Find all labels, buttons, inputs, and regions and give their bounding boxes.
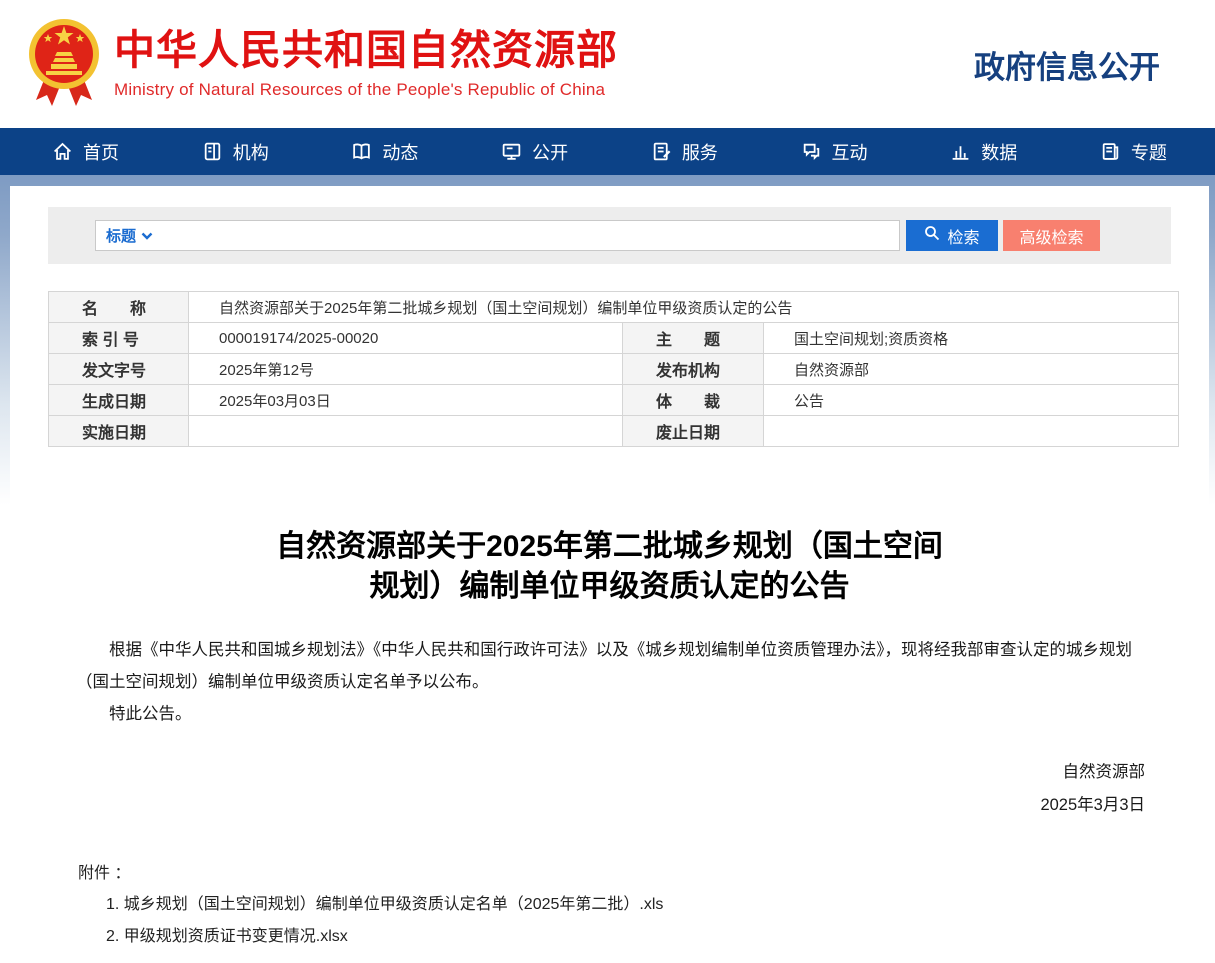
search-button[interactable]: 检索 bbox=[906, 220, 998, 251]
table-row: 名 称 自然资源部关于2025年第二批城乡规划（国土空间规划）编制单位甲级资质认… bbox=[49, 292, 1179, 323]
attachment-link-1[interactable]: 1. 城乡规划（国土空间规划）编制单位甲级资质认定名单（2025年第二批）.xl… bbox=[106, 889, 1209, 921]
attachment-link-2[interactable]: 2. 甲级规划资质证书变更情况.xlsx bbox=[106, 921, 1209, 953]
body-paragraph-closing: 特此公告。 bbox=[76, 698, 1145, 730]
table-row: 实施日期 废止日期 bbox=[49, 416, 1179, 447]
search-button-label: 检索 bbox=[947, 224, 979, 248]
nav-label: 数据 bbox=[981, 139, 1017, 165]
meta-value-subject: 国土空间规划;资质资格 bbox=[764, 323, 1179, 354]
search-field-label: 标题 bbox=[106, 225, 136, 246]
page-background: 标题 检索 高级检索 名 称 自然资源部关于2025年第二批城乡 bbox=[0, 175, 1215, 963]
attachments-section: 附件 ： 1. 城乡规划（国土空间规划）编制单位甲级资质认定名单（2025年第二… bbox=[78, 859, 1209, 953]
home-icon bbox=[52, 141, 73, 162]
nav-item-news[interactable]: 动态 bbox=[351, 139, 418, 165]
org-icon bbox=[202, 141, 223, 162]
meta-label-issuer: 发布机构 bbox=[623, 354, 764, 385]
meta-label-created-date: 生成日期 bbox=[49, 385, 189, 416]
chevron-down-icon bbox=[141, 227, 153, 244]
table-row: 索 引 号 000019174/2025-00020 主 题 国土空间规划;资质… bbox=[49, 323, 1179, 354]
meta-value-name: 自然资源部关于2025年第二批城乡规划（国土空间规划）编制单位甲级资质认定的公告 bbox=[189, 292, 1179, 323]
site-title-block: 中华人民共和国自然资源部 Ministry of Natural Resourc… bbox=[114, 28, 618, 100]
search-icon bbox=[924, 225, 940, 246]
national-emblem-icon bbox=[28, 14, 100, 115]
site-header: 中华人民共和国自然资源部 Ministry of Natural Resourc… bbox=[0, 0, 1215, 128]
content-panel: 标题 检索 高级检索 名 称 自然资源部关于2025年第二批城乡 bbox=[10, 186, 1209, 963]
meta-label-effective-date: 实施日期 bbox=[49, 416, 189, 447]
meta-value-index: 000019174/2025-00020 bbox=[189, 323, 623, 354]
nav-label: 专题 bbox=[1131, 139, 1167, 165]
nav-label: 首页 bbox=[83, 139, 119, 165]
nav-item-disclosure[interactable]: 公开 bbox=[501, 139, 568, 165]
meta-label-repeal-date: 废止日期 bbox=[623, 416, 764, 447]
document-title: 自然资源部关于2025年第二批城乡规划（国土空间 规划）编制单位甲级资质认定的公… bbox=[220, 527, 1000, 607]
search-field-selector[interactable]: 标题 bbox=[106, 225, 153, 246]
topics-icon bbox=[1100, 141, 1121, 162]
table-row: 生成日期 2025年03月03日 体 裁 公告 bbox=[49, 385, 1179, 416]
advanced-search-button[interactable]: 高级检索 bbox=[1003, 220, 1100, 251]
site-title: 中华人民共和国自然资源部 bbox=[114, 28, 618, 73]
meta-label-name: 名 称 bbox=[49, 292, 189, 323]
meta-value-created-date: 2025年03月03日 bbox=[189, 385, 623, 416]
nav-item-home[interactable]: 首页 bbox=[52, 139, 119, 165]
site-logo-link[interactable] bbox=[28, 14, 100, 115]
document-title-line2: 规划）编制单位甲级资质认定的公告 bbox=[220, 567, 1000, 607]
main-nav: 首页 机构 动态 公开 服务 bbox=[0, 128, 1215, 175]
news-icon bbox=[351, 141, 372, 162]
document-meta-table: 名 称 自然资源部关于2025年第二批城乡规划（国土空间规划）编制单位甲级资质认… bbox=[48, 291, 1179, 447]
signature-date: 2025年3月3日 bbox=[10, 789, 1145, 822]
nav-label: 机构 bbox=[233, 139, 269, 165]
meta-label-subject: 主 题 bbox=[623, 323, 764, 354]
document-body: 根据《中华人民共和国城乡规划法》《中华人民共和国行政许可法》以及《城乡规划编制单… bbox=[76, 634, 1145, 730]
meta-value-repeal-date bbox=[764, 416, 1179, 447]
site-subtitle: Ministry of Natural Resources of the Peo… bbox=[114, 80, 618, 100]
nav-item-topics[interactable]: 专题 bbox=[1100, 139, 1167, 165]
nav-label: 公开 bbox=[532, 139, 568, 165]
disclosure-icon bbox=[501, 141, 522, 162]
data-icon bbox=[950, 141, 971, 162]
meta-label-index: 索 引 号 bbox=[49, 323, 189, 354]
search-bar: 标题 检索 高级检索 bbox=[48, 207, 1171, 264]
nav-label: 服务 bbox=[682, 139, 718, 165]
nav-label: 动态 bbox=[382, 139, 418, 165]
table-row: 发文字号 2025年第12号 发布机构 自然资源部 bbox=[49, 354, 1179, 385]
attachments-label: 附件 ： bbox=[78, 859, 1209, 889]
search-input[interactable]: 标题 bbox=[95, 220, 900, 251]
meta-value-effective-date bbox=[189, 416, 623, 447]
document-title-line1: 自然资源部关于2025年第二批城乡规划（国土空间 bbox=[220, 527, 1000, 567]
section-title-gov-info[interactable]: 政府信息公开 bbox=[974, 42, 1160, 87]
nav-item-data[interactable]: 数据 bbox=[950, 139, 1017, 165]
meta-value-issuer: 自然资源部 bbox=[764, 354, 1179, 385]
meta-label-genre: 体 裁 bbox=[623, 385, 764, 416]
nav-label: 互动 bbox=[832, 139, 868, 165]
signature-org: 自然资源部 bbox=[10, 756, 1145, 789]
interaction-icon bbox=[801, 141, 822, 162]
nav-item-org[interactable]: 机构 bbox=[202, 139, 269, 165]
service-icon bbox=[651, 141, 672, 162]
meta-value-genre: 公告 bbox=[764, 385, 1179, 416]
signature-block: 自然资源部 2025年3月3日 bbox=[10, 756, 1145, 822]
meta-value-doc-number: 2025年第12号 bbox=[189, 354, 623, 385]
meta-label-doc-number: 发文字号 bbox=[49, 354, 189, 385]
nav-item-services[interactable]: 服务 bbox=[651, 139, 718, 165]
body-paragraph: 根据《中华人民共和国城乡规划法》《中华人民共和国行政许可法》以及《城乡规划编制单… bbox=[76, 634, 1145, 698]
nav-item-interaction[interactable]: 互动 bbox=[801, 139, 868, 165]
